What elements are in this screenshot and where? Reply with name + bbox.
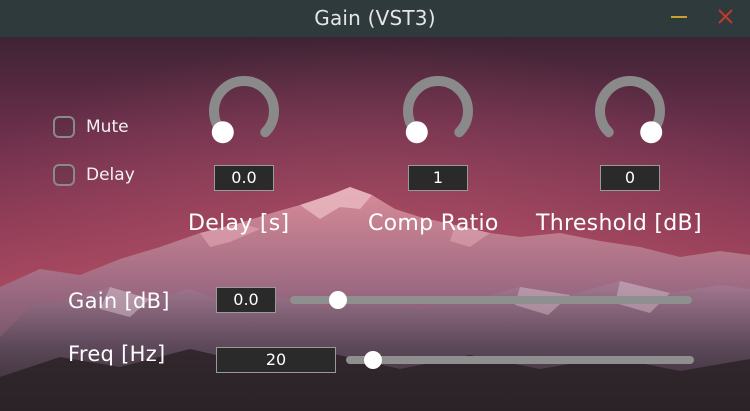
knob-graphic [209,76,279,144]
freq-value[interactable]: 20 [216,347,336,373]
comp-ratio-label: Comp Ratio [368,211,499,236]
threshold-value[interactable]: 0 [600,165,660,191]
gain-slider-thumb[interactable] [329,291,348,309]
threshold-knob[interactable] [591,72,669,150]
knob-graphic [595,76,665,144]
close-icon [718,9,733,24]
freq-label: Freq [Hz] [68,342,166,366]
title-bar: Gain (VST3) [0,0,750,37]
knob-graphic [403,76,473,144]
freq-slider-thumb[interactable] [363,351,382,369]
close-button[interactable] [713,4,737,30]
delay-knob[interactable] [205,72,283,150]
mute-checkbox[interactable]: Mute [53,113,129,141]
threshold-label: Threshold [dB] [536,211,702,236]
delay-value[interactable]: 0.0 [214,165,274,191]
knob-indicator[interactable] [211,121,234,144]
comp-ratio-knob[interactable] [399,72,477,150]
freq-slider-track[interactable] [346,356,694,364]
delay-checkbox[interactable]: Delay [53,161,135,189]
mute-checkbox-label: Mute [86,117,129,137]
gain-label: Gain [dB] [68,289,170,313]
minimize-button[interactable] [667,4,691,30]
mute-checkbox-box[interactable] [53,116,75,138]
comp-ratio-value[interactable]: 1 [408,165,468,191]
gain-value[interactable]: 0.0 [216,287,276,313]
window-title: Gain (VST3) [314,6,436,30]
delay-label: Delay [s] [188,211,290,236]
delay-checkbox-label: Delay [86,165,135,185]
delay-checkbox-box[interactable] [53,164,75,186]
minimize-icon [671,16,687,18]
knob-indicator[interactable] [640,121,663,144]
gain-slider-track[interactable] [290,296,692,304]
knob-indicator[interactable] [405,121,428,144]
